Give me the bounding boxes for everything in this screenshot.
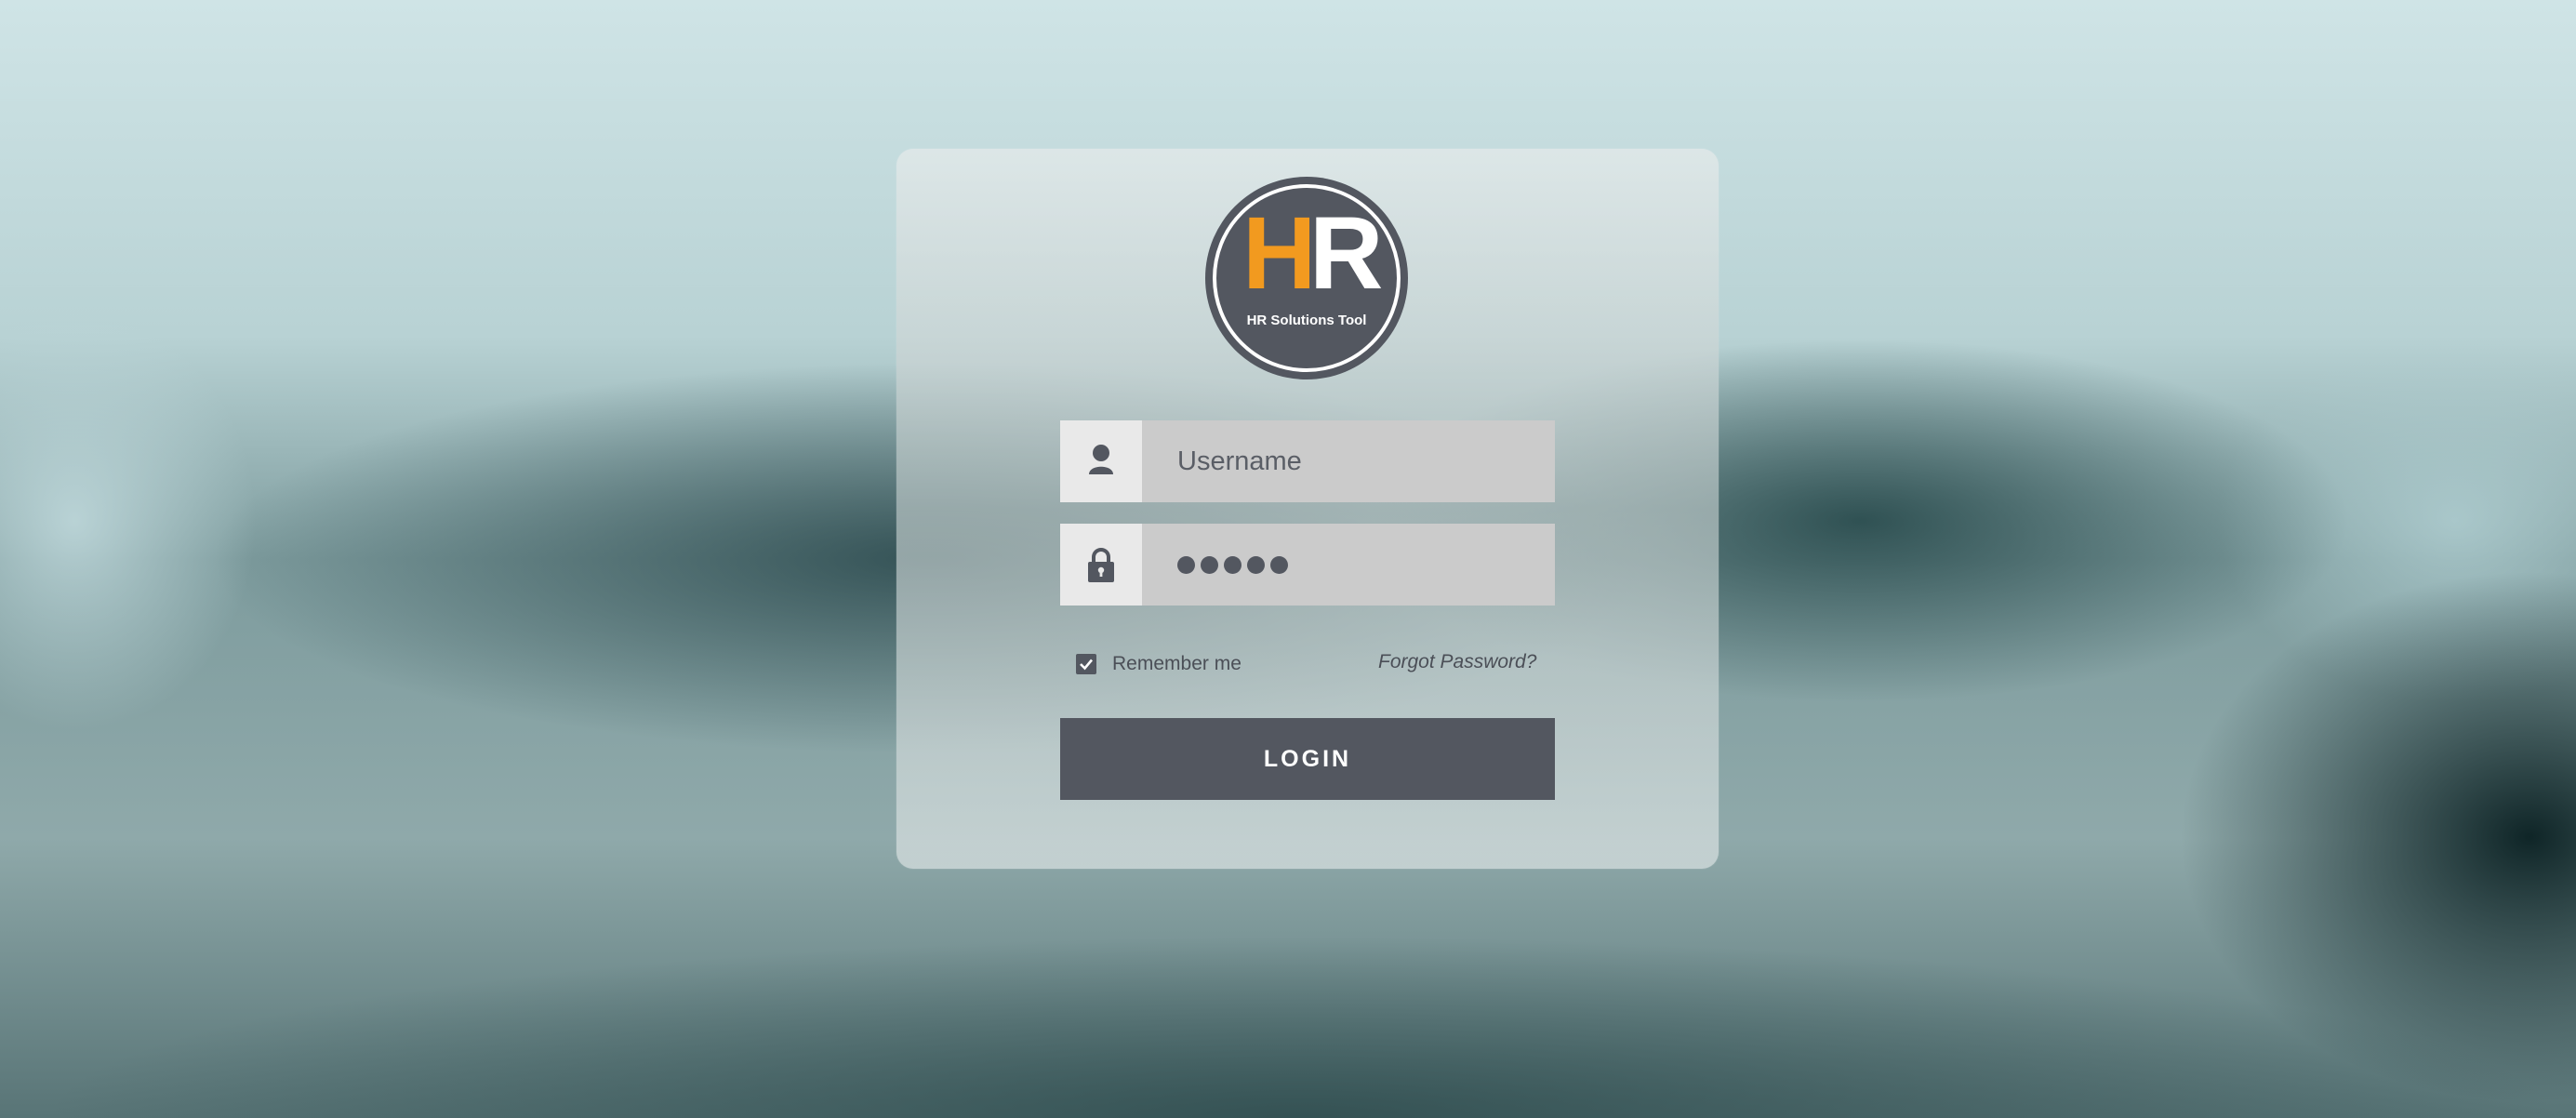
logo-letter-h: H [1242,196,1316,311]
password-field[interactable] [1060,524,1555,606]
username-input[interactable] [1142,420,1555,502]
username-field[interactable] [1060,420,1555,502]
password-dot [1270,555,1288,574]
password-icon-box [1060,524,1142,606]
password-dot [1201,555,1218,574]
user-icon [1089,445,1113,474]
hr-logo: H R HR Solutions Tool [1205,177,1408,379]
remember-me[interactable]: Remember me [1076,652,1242,676]
password-dot [1247,555,1265,574]
password-masked-value[interactable] [1177,524,1294,606]
lock-icon [1088,548,1114,582]
logo-letter-r: R [1309,196,1384,311]
password-dot [1177,555,1195,574]
password-dot [1224,555,1242,574]
logo-subtitle: HR Solutions Tool [1246,313,1367,328]
login-button[interactable]: LOGIN [1060,718,1555,800]
checkmark-icon [1080,659,1093,671]
remember-me-checkbox[interactable] [1076,654,1096,674]
forgot-password-link[interactable]: Forgot Password? [1378,651,1536,673]
username-icon-box [1060,420,1142,502]
remember-me-label: Remember me [1112,653,1242,674]
